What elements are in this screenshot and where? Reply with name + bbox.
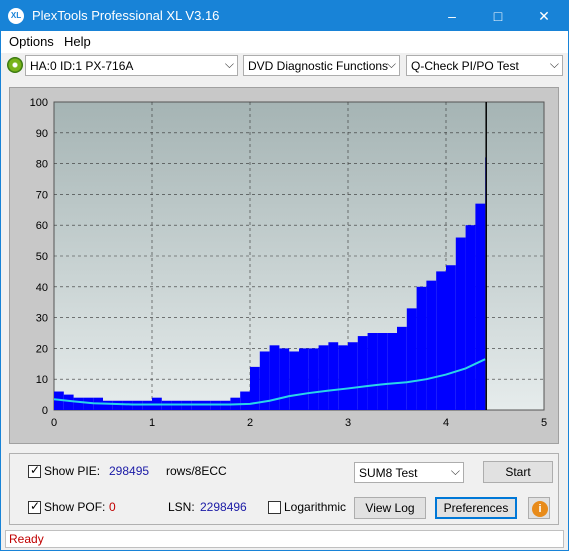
menu-options[interactable]: Options [9,34,54,49]
chevron-down-icon: ⌵ [386,57,396,71]
y-tick-label: 30 [36,313,48,325]
y-tick-label: 70 [36,189,48,201]
y-tick-label: 80 [36,159,48,171]
data-bar [328,342,339,410]
main-window: XL PlexTools Professional XL V3.16 – □ ✕… [0,0,569,551]
data-bar [367,333,378,410]
data-bar [63,394,74,410]
data-bar [73,397,84,410]
status-text: Ready [9,532,44,546]
function-select[interactable]: DVD Diagnostic Functions ⌵ [243,55,400,76]
x-tick-label: 5 [541,417,547,429]
data-bar [377,333,388,410]
logarithmic-checkbox[interactable] [268,501,281,514]
sum8-test-select[interactable]: SUM8 Test ⌵ [354,462,464,483]
data-bar [357,336,368,410]
pie-unit: rows/8ECC [166,464,227,478]
data-bar [308,348,319,410]
data-bar [240,391,250,410]
app-logo-icon: XL [8,8,24,24]
y-tick-label: 60 [36,220,48,232]
chevron-down-icon: ⌵ [549,57,559,71]
show-pie-label: Show PIE: [44,464,101,478]
show-pof-label: Show POF: [44,500,106,514]
chevron-down-icon: ⌵ [224,57,234,71]
show-pof-checkbox[interactable]: ✓ [28,499,41,514]
minimize-button[interactable]: – [429,1,475,31]
data-bar [279,348,290,410]
title-bar: XL PlexTools Professional XL V3.16 – □ ✕ [1,1,568,31]
data-bar [397,326,407,410]
menu-bar: Options Help [1,31,568,53]
data-bar [338,345,348,410]
data-bar [416,286,427,410]
y-tick-label: 10 [36,374,48,386]
lsn-value: 2298496 [200,500,247,514]
data-bar [299,348,309,410]
logarithmic-label: Logarithmic [284,500,347,514]
data-bar [455,237,466,410]
data-bar [406,308,417,410]
data-bar [318,345,329,410]
pi-po-chart: 0 1 2 3 4 50102030405060708090100 [30,97,547,429]
window-title: PlexTools Professional XL V3.16 [32,8,220,23]
sum8-test-value: SUM8 Test [359,466,418,480]
x-tick-label: 1 [149,417,155,429]
view-log-button[interactable]: View Log [354,497,426,519]
data-bar [446,265,456,410]
close-button[interactable]: ✕ [521,1,567,31]
maximize-button[interactable]: □ [475,1,521,31]
test-select[interactable]: Q-Check PI/PO Test ⌵ [406,55,563,76]
function-select-value: DVD Diagnostic Functions [248,59,389,73]
info-icon: i [532,501,548,517]
data-bar [475,203,486,410]
x-tick-label: 2 [247,417,253,429]
data-bar [103,400,113,410]
y-tick-label: 40 [36,282,48,294]
status-bar: Ready [5,530,564,548]
pof-value: 0 [109,500,116,514]
chevron-down-icon: ⌵ [450,464,460,478]
drive-select-value: HA:0 ID:1 PX-716A [30,59,134,73]
x-tick-label: 4 [443,417,449,429]
preferences-button[interactable]: Preferences [435,497,517,519]
info-button[interactable]: i [528,497,550,519]
menu-help[interactable]: Help [64,34,91,49]
data-bar [465,225,476,410]
data-bar [348,342,358,410]
controls-panel: ✓ Show PIE: 298495 rows/8ECC SUM8 Test ⌵… [9,453,559,525]
test-select-value: Q-Check PI/PO Test [411,59,519,73]
y-tick-label: 50 [36,251,48,263]
x-tick-label: 0 [51,417,57,429]
lsn-label: LSN: [168,500,195,514]
x-tick-label: 3 [345,417,351,429]
drive-select[interactable]: HA:0 ID:1 PX-716A ⌵ [25,55,238,76]
y-tick-label: 20 [36,343,48,355]
y-tick-label: 90 [36,128,48,140]
y-tick-label: 0 [42,405,48,417]
pie-value: 298495 [109,464,150,478]
data-bar [426,280,437,410]
data-bar [289,351,299,410]
data-bar [387,333,397,410]
data-bar [112,400,123,410]
data-bar [436,271,446,410]
y-tick-label: 100 [30,97,48,109]
chart-panel: 0 1 2 3 4 5 0 10 20 30 40 50 60 70 80 90 100 [9,87,559,444]
toolbar: HA:0 ID:1 PX-716A ⌵ DVD Diagnostic Funct… [1,53,568,80]
show-pie-checkbox[interactable]: ✓ [28,463,41,478]
start-button[interactable]: Start [483,461,553,483]
